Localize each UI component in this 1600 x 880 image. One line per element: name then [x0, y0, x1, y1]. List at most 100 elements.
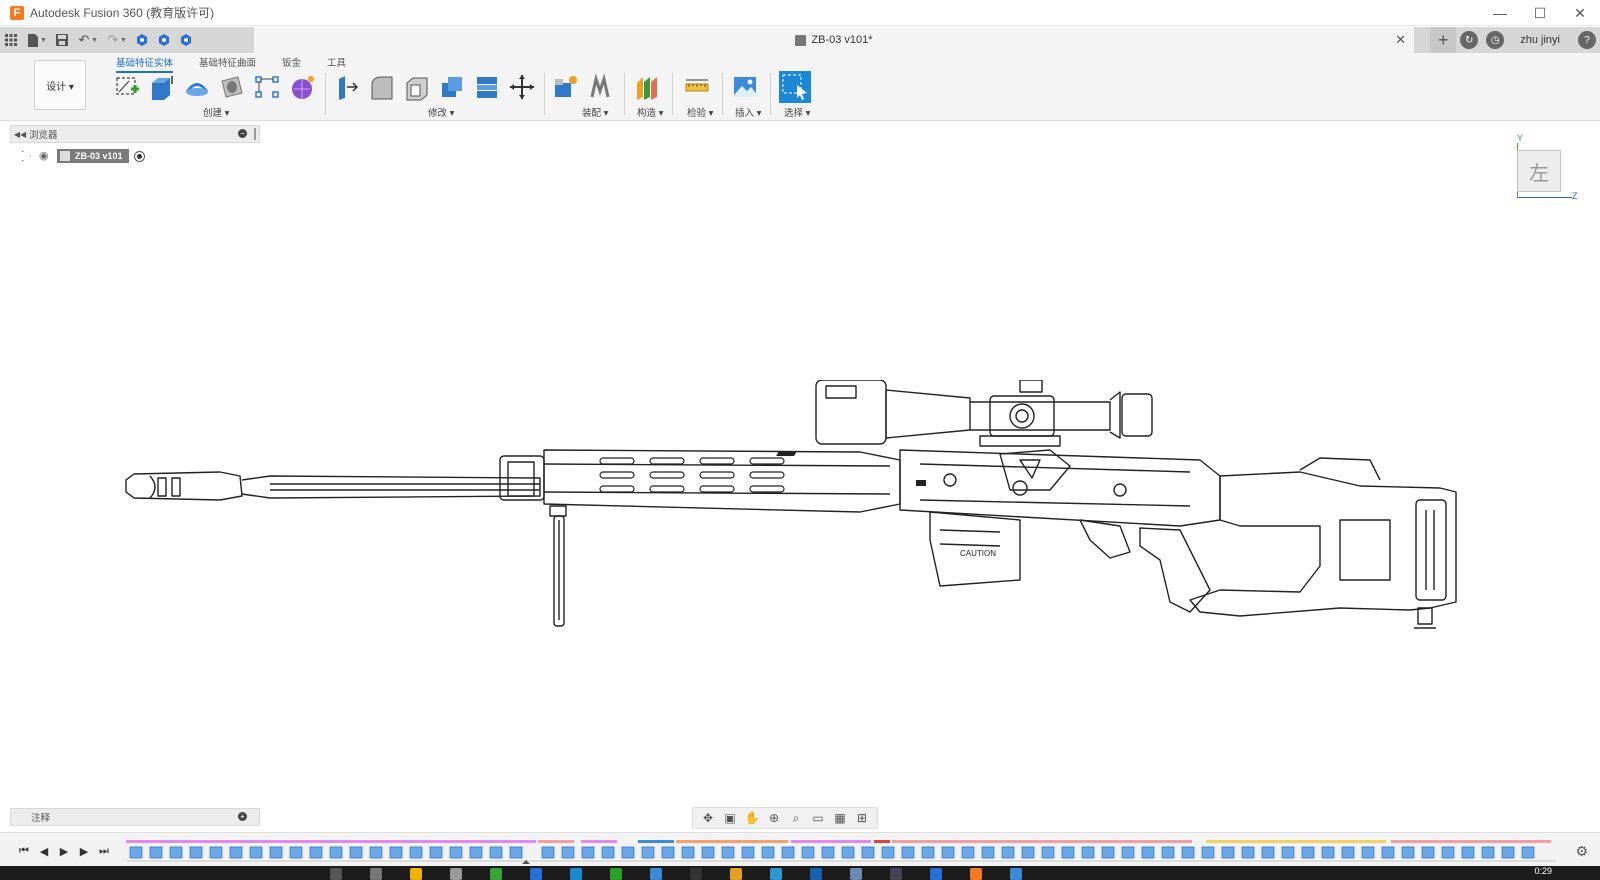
view-cube[interactable]: 左 — [1517, 150, 1561, 192]
close-tab-icon[interactable]: ✕ — [1395, 32, 1406, 48]
tab-surface[interactable]: 基础特征曲面 — [199, 55, 256, 73]
group-inspect-label[interactable]: 检验 ▾ — [687, 105, 713, 119]
expand-arrow-icon[interactable] — [22, 151, 31, 161]
annotations-options-icon[interactable]: + — [238, 812, 247, 821]
browser-root-node[interactable]: ◉ ZB-03 v101 — [22, 148, 145, 164]
annotations-panel-header[interactable]: 注释 + — [10, 808, 260, 826]
tab-sheet-metal[interactable]: 钣金 — [282, 55, 301, 73]
shell-icon[interactable] — [403, 73, 431, 101]
combine-icon[interactable] — [438, 73, 466, 101]
taskbar-app-icon[interactable] — [890, 868, 902, 880]
browser-panel-header[interactable]: ◀◀ 浏览器 − — [10, 125, 260, 143]
create-form-icon[interactable] — [288, 73, 316, 101]
create-sketch-icon[interactable] — [113, 73, 141, 101]
taskbar-app-icon[interactable] — [490, 868, 502, 880]
pattern-icon[interactable] — [253, 73, 281, 101]
maximize-button[interactable]: ☐ — [1520, 0, 1560, 26]
play-icon[interactable]: ▶ — [54, 844, 74, 858]
root-component-label[interactable]: ZB-03 v101 — [57, 149, 129, 163]
revolve-icon[interactable] — [183, 73, 211, 101]
document-tab[interactable]: ZB-03 v101* ✕ — [254, 27, 1414, 53]
document-title: ZB-03 v101* — [811, 34, 873, 46]
hole-icon[interactable] — [218, 73, 246, 101]
minimize-button[interactable]: — — [1480, 0, 1520, 26]
job-status-circle-icon[interactable]: ↻ — [1460, 31, 1479, 49]
tab-solid[interactable]: 基础特征实体 — [116, 55, 174, 73]
taskbar-app-icon[interactable] — [1010, 868, 1022, 880]
job-status-icon[interactable] — [131, 29, 153, 51]
fillet-icon[interactable] — [368, 73, 396, 101]
look-at-icon[interactable]: ▣ — [719, 809, 741, 827]
step-forward-icon[interactable]: ▶ — [74, 844, 94, 858]
step-back-icon[interactable]: ◀ — [34, 844, 54, 858]
activate-component-icon[interactable] — [133, 150, 145, 162]
navigation-bar: ✥ ▣ ✋ ⊕ ⌕ ▭ ▦ ⊞ — [692, 807, 878, 829]
grid-settings-icon[interactable]: ▦ — [829, 809, 851, 827]
user-name[interactable]: zhu jinyi — [1520, 34, 1560, 46]
select-icon[interactable] — [779, 71, 811, 103]
timeline-settings-gear-icon[interactable]: ⚙ — [1575, 843, 1588, 860]
save-icon[interactable] — [51, 29, 73, 51]
press-pull-icon[interactable] — [333, 73, 361, 101]
pan-hand-icon[interactable]: ✋ — [741, 809, 763, 827]
go-to-start-icon[interactable]: ⏮ — [14, 844, 34, 858]
group-modify-label[interactable]: 修改 ▾ — [428, 105, 454, 119]
taskbar-app-icon[interactable] — [570, 868, 582, 880]
clock-icon[interactable]: ◷ — [1486, 31, 1505, 49]
group-create-label[interactable]: 创建 ▾ — [203, 105, 229, 119]
insert-image-icon[interactable] — [731, 73, 759, 101]
model-rifle-drawing[interactable]: CAUTION — [120, 380, 1490, 645]
display-settings-icon[interactable]: ▭ — [807, 809, 829, 827]
taskbar-app-icon[interactable] — [770, 868, 782, 880]
close-window-button[interactable]: ✕ — [1560, 0, 1600, 26]
extrude-icon[interactable] — [148, 73, 176, 101]
taskbar-app-icon[interactable] — [650, 868, 662, 880]
annotations-title: 注释 — [31, 813, 51, 824]
taskbar-clock[interactable]: 0:29 — [1534, 866, 1552, 876]
joint-icon[interactable] — [586, 73, 614, 101]
data-panel-grid-icon[interactable] — [0, 29, 22, 51]
collapse-panel-icon[interactable]: ◀◀ — [11, 130, 29, 139]
fit-icon[interactable]: ⌕ — [785, 809, 807, 827]
zoom-icon[interactable]: ⊕ — [763, 809, 785, 827]
group-construct-label[interactable]: 构造 ▾ — [637, 105, 663, 119]
move-copy-icon[interactable] — [508, 73, 536, 101]
taskbar-search-icon[interactable] — [330, 868, 342, 880]
go-to-end-icon[interactable]: ⏭ — [94, 844, 114, 858]
new-component-icon[interactable] — [551, 73, 579, 101]
toolbar: 设计 ▾ 基础特征实体 基础特征曲面 钣金 工具 创建 ▾ 修改 ▾ 装配 ▾ … — [0, 53, 1600, 121]
tab-tools[interactable]: 工具 — [327, 55, 346, 73]
panel-grip-icon[interactable] — [254, 128, 256, 140]
taskbar-app-icon[interactable] — [530, 868, 542, 880]
orbit-icon[interactable]: ✥ — [697, 809, 719, 827]
taskbar-explorer-icon[interactable] — [410, 868, 422, 880]
browser-options-icon[interactable]: − — [238, 129, 247, 138]
taskbar-app-icon[interactable] — [730, 868, 742, 880]
taskbar-app-icon[interactable] — [930, 868, 942, 880]
visibility-eye-icon[interactable]: ◉ — [39, 151, 53, 162]
separator — [672, 73, 673, 115]
taskbar-app-icon[interactable] — [690, 868, 702, 880]
taskbar-app-icon[interactable] — [850, 868, 862, 880]
measure-icon[interactable] — [683, 73, 711, 101]
file-menu-caret-icon: ▼ — [40, 36, 47, 44]
group-select-label[interactable]: 选择 ▾ — [784, 105, 810, 119]
axis-y-label: Y — [1517, 133, 1524, 143]
notifications-icon[interactable] — [175, 29, 197, 51]
new-tab-button[interactable]: + — [1430, 27, 1457, 53]
taskbar-fusion-icon[interactable] — [970, 868, 982, 880]
app-title: Autodesk Fusion 360 (教育版许可) — [30, 6, 215, 20]
timeline-features-strip[interactable] — [126, 840, 1556, 864]
offset-plane-icon[interactable] — [633, 73, 661, 101]
split-body-icon[interactable] — [473, 73, 501, 101]
taskbar-app-icon[interactable] — [610, 868, 622, 880]
taskbar-app-icon[interactable] — [810, 868, 822, 880]
help-icon[interactable]: ? — [1578, 31, 1596, 49]
viewports-icon[interactable]: ⊞ — [851, 809, 873, 827]
taskbar-app-icon[interactable] — [450, 868, 462, 880]
group-insert-label[interactable]: 插入 ▾ — [735, 105, 761, 119]
extensions-icon[interactable] — [153, 29, 175, 51]
group-assemble-label[interactable]: 装配 ▾ — [582, 105, 608, 119]
taskbar-taskview-icon[interactable] — [370, 868, 382, 880]
workspace-switcher[interactable]: 设计 ▾ — [34, 60, 86, 110]
